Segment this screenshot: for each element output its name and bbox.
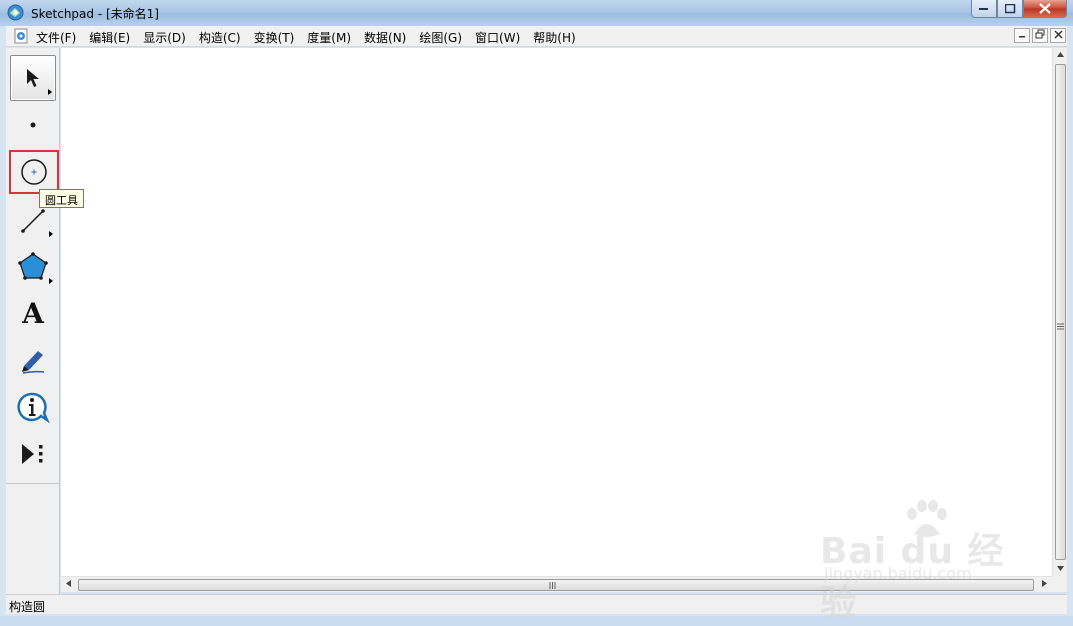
window-title: Sketchpad - [未命名1] xyxy=(31,7,159,21)
toolbox: A xyxy=(6,48,60,594)
grip-icon xyxy=(1057,323,1064,330)
document-icon[interactable] xyxy=(13,28,29,44)
scroll-left-icon xyxy=(66,580,71,587)
marker-tool[interactable] xyxy=(10,337,56,383)
sketchpad-app-icon xyxy=(7,4,24,21)
compass-circle-tool[interactable] xyxy=(9,150,59,194)
menu-display[interactable]: 显示(D) xyxy=(143,29,186,46)
doc-close-button[interactable] xyxy=(1050,28,1066,43)
scroll-right-button[interactable] xyxy=(1037,577,1052,593)
menu-edit[interactable]: 编辑(E) xyxy=(89,29,130,46)
point-tool[interactable] xyxy=(10,102,56,148)
submenu-arrow-icon xyxy=(49,278,53,284)
vertical-scrollbar[interactable] xyxy=(1052,48,1067,576)
menu-file[interactable]: 文件(F) xyxy=(36,29,76,46)
close-icon xyxy=(1039,3,1051,14)
sketchpad-window: Sketchpad - [未命名1] 文件(F) 编辑(E) 显示(D) 构造(… xyxy=(0,0,1073,624)
point-icon xyxy=(30,122,36,128)
doc-minimize-button[interactable] xyxy=(1014,28,1030,43)
menu-transform[interactable]: 变换(T) xyxy=(254,29,295,46)
minimize-icon xyxy=(979,7,988,10)
segment-icon xyxy=(21,209,45,233)
scroll-corner xyxy=(1052,576,1067,592)
document-window-controls xyxy=(1014,28,1066,43)
close-button[interactable] xyxy=(1023,0,1067,18)
scroll-right-icon xyxy=(1042,580,1047,587)
menu-measure[interactable]: 度量(M) xyxy=(307,29,351,46)
scroll-left-button[interactable] xyxy=(61,577,76,593)
tool-tooltip: 圆工具 xyxy=(39,189,84,208)
title-bar: Sketchpad - [未命名1] xyxy=(0,0,1073,26)
information-icon xyxy=(17,392,50,423)
menu-items: 文件(F) 编辑(E) 显示(D) 构造(C) 变换(T) 度量(M) 数据(N… xyxy=(36,29,589,46)
menu-bar: 文件(F) 编辑(E) 显示(D) 构造(C) 变换(T) 度量(M) 数据(N… xyxy=(6,26,1067,47)
marker-pen-icon xyxy=(22,351,45,374)
custom-tool[interactable] xyxy=(10,431,56,477)
watermark-url: jingyan.baidu.com xyxy=(824,564,972,583)
maximize-button[interactable] xyxy=(997,0,1023,18)
menu-help[interactable]: 帮助(H) xyxy=(533,29,575,46)
selection-arrow-tool[interactable] xyxy=(10,55,56,101)
vertical-scroll-thumb[interactable] xyxy=(1055,64,1066,560)
information-tool[interactable] xyxy=(10,384,56,430)
doc-restore-button[interactable] xyxy=(1032,28,1048,43)
text-a-icon: A xyxy=(22,296,44,330)
menu-graph[interactable]: 绘图(G) xyxy=(419,29,462,46)
menu-data[interactable]: 数据(N) xyxy=(364,29,406,46)
scroll-down-button[interactable] xyxy=(1053,562,1068,576)
submenu-arrow-icon xyxy=(48,89,52,95)
grip-icon xyxy=(549,582,556,589)
doc-restore-icon xyxy=(1035,29,1045,39)
toolbox-divider xyxy=(6,483,60,484)
polygon-icon xyxy=(18,252,48,280)
menu-window[interactable]: 窗口(W) xyxy=(475,29,520,46)
menu-construct[interactable]: 构造(C) xyxy=(199,29,241,46)
scroll-up-button[interactable] xyxy=(1053,48,1068,62)
submenu-arrow-icon xyxy=(49,231,53,237)
scroll-down-icon xyxy=(1057,566,1064,571)
polygon-tool[interactable] xyxy=(10,243,56,289)
status-text: 构造圆 xyxy=(9,600,46,614)
window-controls xyxy=(971,0,1067,18)
doc-close-icon xyxy=(1053,30,1063,39)
maximize-icon xyxy=(1004,3,1015,13)
minimize-button[interactable] xyxy=(971,0,997,18)
text-tool[interactable]: A xyxy=(10,290,56,336)
sketch-canvas[interactable] xyxy=(61,48,1052,576)
arrow-cursor-icon xyxy=(27,69,39,87)
scroll-up-icon xyxy=(1057,52,1064,57)
circle-icon xyxy=(21,159,47,185)
custom-tool-icon xyxy=(22,444,43,464)
baidu-jingyan-watermark: Bai du 经验 jingyan.baidu.com xyxy=(820,500,1020,624)
doc-minimize-icon xyxy=(1019,36,1025,38)
